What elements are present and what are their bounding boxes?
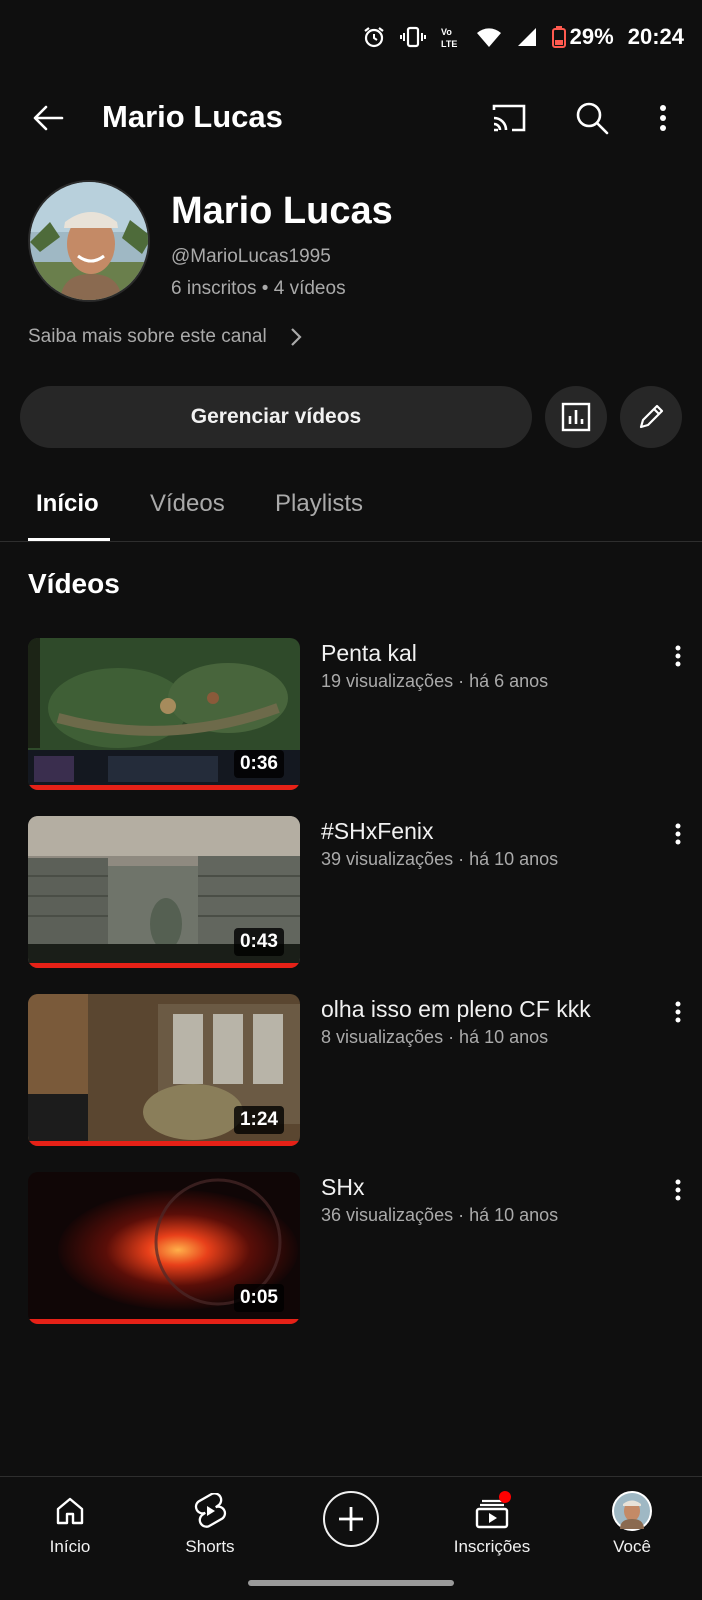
volte-icon: Vo LTE [441, 27, 457, 49]
alarm-icon [364, 27, 384, 48]
video-title[interactable]: olha isso em pleno CF kkk [321, 996, 591, 1023]
channel-avatar[interactable] [28, 180, 150, 302]
video-meta: 39 visualizações · há 10 anos [321, 849, 559, 869]
video-item[interactable]: 0:05 SHx 36 visualizações · há 10 anos [28, 1172, 688, 1324]
channel-stats: 6 inscritos • 4 vídeos [171, 278, 346, 299]
edit-channel-button[interactable] [620, 386, 682, 448]
analytics-icon [561, 402, 591, 432]
video-title[interactable]: #SHxFenix [321, 818, 433, 845]
video-item[interactable]: 0:43 #SHxFenix 39 visualizações · há 10 … [28, 816, 688, 968]
channel-name: Mario Lucas [171, 190, 393, 232]
nav-home[interactable]: Início [10, 1489, 130, 1557]
analytics-button[interactable] [545, 386, 607, 448]
video-item[interactable]: 0:36 Penta kal 19 visualizações · há 6 a… [28, 638, 688, 790]
svg-text:LTE: LTE [441, 39, 457, 49]
video-thumbnail[interactable]: 0:36 [28, 638, 300, 790]
svg-text:Vo: Vo [441, 27, 452, 37]
battery-percent: 29% [569, 24, 614, 49]
more-vertical-icon [675, 1179, 681, 1201]
back-button[interactable] [28, 98, 68, 138]
battery-indicator: 29% [551, 24, 614, 50]
plus-icon [339, 1507, 363, 1531]
subscriptions-icon [475, 1491, 511, 1529]
create-button[interactable] [323, 1491, 379, 1547]
clock: 20:24 [627, 24, 684, 49]
page-title: Mario Lucas [102, 99, 283, 134]
vibrate-icon [399, 26, 426, 48]
section-title: Vídeos [28, 568, 120, 599]
search-icon [576, 102, 609, 135]
video-meta: 19 visualizações · há 6 anos [321, 671, 549, 691]
active-tab-indicator [28, 538, 110, 541]
bottom-navigation: Início Shorts Inscrições Você [0, 1476, 702, 1600]
system-home-indicator[interactable] [248, 1580, 454, 1586]
about-channel-label: Saiba mais sobre este canal [28, 326, 267, 347]
video-more-button[interactable] [668, 642, 688, 670]
avatar [612, 1491, 652, 1531]
watch-progress-bar [28, 1319, 300, 1324]
more-vertical-icon [675, 1001, 681, 1023]
cast-button[interactable] [488, 96, 532, 140]
battery-icon [551, 26, 566, 48]
video-more-button[interactable] [668, 1176, 688, 1204]
video-duration: 0:43 [233, 928, 284, 956]
nav-you[interactable]: Você [572, 1489, 692, 1557]
nav-home-label: Início [49, 1537, 91, 1556]
nav-shorts[interactable]: Shorts [150, 1489, 270, 1557]
tab-inicio[interactable]: Início [36, 490, 99, 518]
video-meta: 36 visualizações · há 10 anos [321, 1205, 559, 1225]
video-meta: 8 visualizações · há 10 anos [321, 1027, 549, 1047]
video-more-button[interactable] [668, 998, 688, 1026]
watch-progress-bar [28, 963, 300, 968]
video-duration: 0:36 [233, 750, 284, 778]
video-more-button[interactable] [668, 820, 688, 848]
top-app-bar: Mario Lucas [0, 78, 702, 158]
watch-progress-bar [28, 1141, 300, 1146]
home-icon [56, 1497, 84, 1525]
signal-icon [517, 28, 536, 46]
more-vertical-icon [675, 645, 681, 667]
cast-icon [492, 104, 526, 132]
nav-you-label: Você [613, 1537, 651, 1556]
nav-shorts-label: Shorts [185, 1537, 235, 1556]
video-duration: 1:24 [233, 1106, 284, 1134]
more-options-button[interactable] [648, 96, 678, 140]
shorts-icon [194, 1493, 227, 1528]
video-thumbnail[interactable]: 1:24 [28, 994, 300, 1146]
pencil-icon [639, 404, 664, 429]
video-thumbnail[interactable]: 0:05 [28, 1172, 300, 1324]
arrow-left-icon [33, 105, 64, 131]
nav-subscriptions[interactable]: Inscrições [432, 1489, 552, 1557]
video-item[interactable]: 1:24 olha isso em pleno CF kkk 8 visuali… [28, 994, 688, 1146]
chevron-right-icon [290, 328, 302, 346]
video-title[interactable]: Penta kal [321, 640, 417, 667]
video-duration: 0:05 [233, 1284, 284, 1312]
more-vertical-icon [675, 823, 681, 845]
nav-subscriptions-label: Inscrições [453, 1537, 531, 1556]
search-button[interactable] [570, 96, 614, 140]
channel-handle: @MarioLucas1995 [171, 246, 331, 267]
tab-playlists[interactable]: Playlists [275, 490, 363, 518]
status-bar: Vo LTE 29% 20:24 [0, 0, 702, 78]
manage-videos-button[interactable]: Gerenciar vídeos [20, 386, 532, 448]
watch-progress-bar [28, 785, 300, 790]
channel-tabs: Início Vídeos Playlists [0, 478, 702, 542]
wifi-icon [476, 28, 501, 47]
video-title[interactable]: SHx [321, 1174, 364, 1201]
tab-videos[interactable]: Vídeos [150, 490, 225, 518]
about-channel-link[interactable]: Saiba mais sobre este canal [28, 326, 303, 348]
video-thumbnail[interactable]: 0:43 [28, 816, 300, 968]
more-vertical-icon [660, 105, 666, 131]
